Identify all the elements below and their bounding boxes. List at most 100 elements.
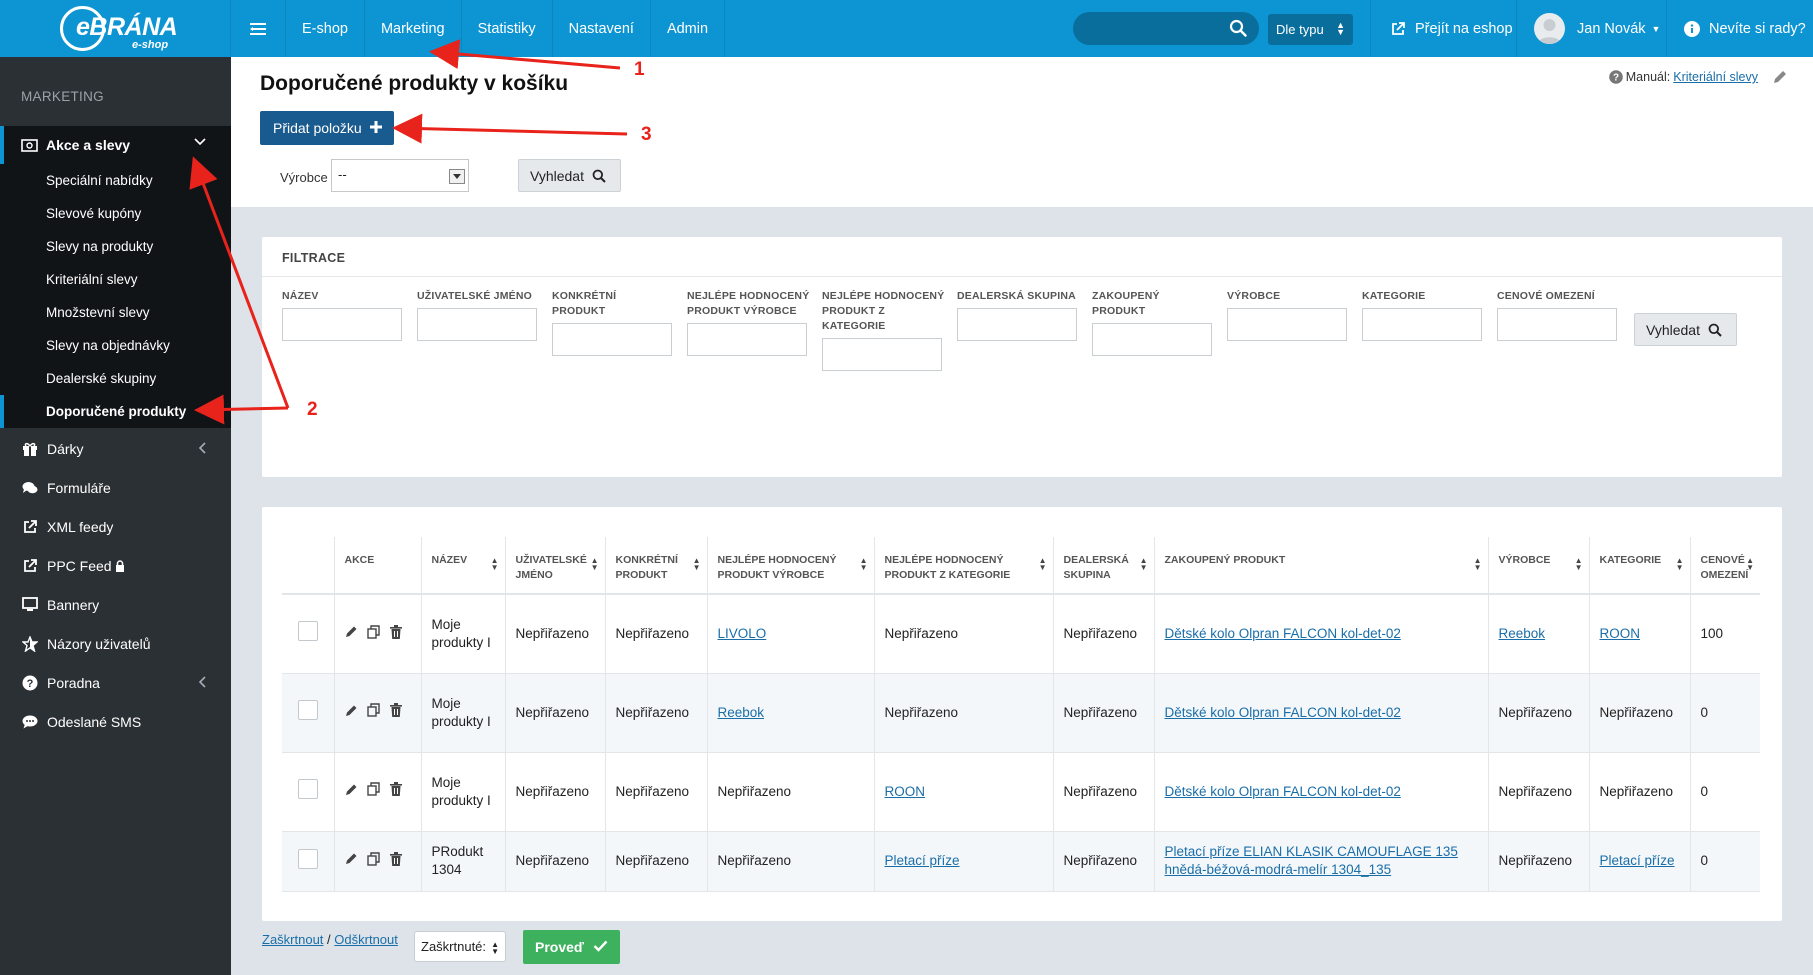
help-link[interactable]: Nevíte si rady? (1684, 0, 1806, 57)
page-header: Doporučené produkty v košíku ? Manuál: K… (231, 57, 1813, 207)
category-link[interactable]: Pletací příze (885, 853, 960, 868)
filter-input-nejlepe-kategorie[interactable] (822, 338, 942, 371)
sidebar-item-label: Formuláře (47, 479, 111, 496)
copy-icon[interactable] (366, 703, 381, 717)
edit-icon[interactable] (345, 783, 358, 796)
table-panel: AKCE NÁZEV ▲ ▼ UŽIVATELSKÉ JMÉNO ▲ ▼ KONKRÉT… (262, 507, 1782, 921)
sidebar-subitem-slevy-na-produkty[interactable]: Slevy na produkty (0, 230, 231, 263)
column-header-dealerska-skupina[interactable]: DEALERSKÁ SKUPINA ▲ ▼ (1052, 537, 1154, 595)
uncheck-all-link[interactable]: Odškrtnout (334, 932, 398, 947)
manufacturer-link[interactable]: Reebok (1499, 626, 1546, 641)
filter-input-zakoupeny-produkt[interactable] (1092, 323, 1212, 356)
execute-button[interactable]: Proveď (523, 930, 620, 964)
sidebar-item-bannery[interactable]: Bannery (0, 585, 231, 624)
product-link[interactable]: Pletací příze ELIAN KLASIK CAMOUFLAGE 13… (1165, 844, 1458, 877)
edit-icon[interactable] (345, 852, 358, 865)
top-bar: eBRÁNA e-shop E-shop Marketing Statistik… (0, 0, 1813, 57)
filter-input-cenove-omezeni[interactable] (1497, 308, 1617, 341)
nav-marketing[interactable]: Marketing (365, 0, 462, 57)
manufacturer-select[interactable]: -- (331, 159, 469, 192)
filter-input-konkretni-produkt[interactable] (552, 323, 672, 356)
filter-input-nazev[interactable] (282, 308, 402, 341)
menu-toggle-button[interactable] (231, 0, 286, 57)
category-link[interactable]: ROON (1600, 626, 1641, 641)
sidebar-item-nazory-uzivatelu[interactable]: Názory uživatelů (0, 624, 231, 663)
sidebar-item-poradna[interactable]: ? Poradna (0, 663, 231, 702)
column-header-nazev[interactable]: NÁZEV ▲ ▼ (420, 537, 505, 595)
row-checkbox[interactable] (297, 621, 318, 642)
row-checkbox[interactable] (297, 779, 318, 799)
column-header-vyrobce[interactable]: VÝROBCE ▲ ▼ (1487, 537, 1589, 595)
goto-eshop-link[interactable]: Přejít na eshop (1390, 0, 1513, 57)
nav-eshop[interactable]: E-shop (286, 0, 365, 57)
bulk-check-links: Zaškrtnout / Odškrtnout (262, 932, 398, 947)
sidebar-item-akce-a-slevy[interactable]: Akce a slevy (0, 126, 231, 164)
category-link[interactable]: ROON (885, 784, 926, 799)
delete-icon[interactable] (389, 703, 402, 718)
manual-link[interactable]: Kriteriální slevy (1673, 70, 1758, 84)
column-header-nejlepe-kategorie[interactable]: NEJLÉPE HODNOCENÝ PRODUKT Z KATEGORIE ▲ ▼ (873, 537, 1053, 595)
cell-nejlepe-kategorie: Pletací příze (873, 831, 1053, 892)
column-header-nejlepe-vyrobce[interactable]: NEJLÉPE HODNOCENÝ PRODUKT VÝROBCE ▲ ▼ (706, 537, 874, 595)
filter-input-vyrobce[interactable] (1227, 308, 1347, 341)
manufacturer-link[interactable]: Reebok (718, 705, 765, 720)
search-button[interactable]: Vyhledat (518, 159, 621, 192)
column-header-kategorie[interactable]: KATEGORIE ▲ ▼ (1588, 537, 1690, 595)
sidebar-item-xml-feedy[interactable]: XML feedy (0, 507, 231, 546)
filter-input-kategorie[interactable] (1362, 308, 1482, 341)
ebrana-logo[interactable]: eBRÁNA e-shop (60, 6, 178, 51)
sidebar-subitem-kriterialni-slevy[interactable]: Kriteriální slevy (0, 263, 231, 296)
product-link[interactable]: Dětské kolo Olpran FALCON kol-det-02 (1165, 626, 1401, 641)
sidebar-item-darky[interactable]: Dárky (0, 429, 231, 468)
sidebar-subitem-doporucene-produkty[interactable]: Doporučené produkty (0, 395, 231, 428)
search-type-select[interactable]: Dle typu ▲ ▼ (1268, 14, 1353, 45)
sidebar-subitem-specialni-nabidky[interactable]: Speciální nabídky (0, 164, 231, 197)
category-link[interactable]: Pletací příze (1600, 853, 1675, 868)
bulk-action-select[interactable]: Zaškrtnuté: ▲ ▼ (414, 931, 506, 962)
sidebar-subitem-dealerske-skupiny[interactable]: Dealerské skupiny (0, 362, 231, 395)
column-header-zakoupeny-produkt[interactable]: ZAKOUPENÝ PRODUKT ▲ ▼ (1153, 537, 1488, 595)
sidebar-subitem-slevove-kupony[interactable]: Slevové kupóny (0, 197, 231, 230)
filter-input-dealerska-skupina[interactable] (957, 308, 1077, 341)
row-checkbox[interactable] (297, 700, 318, 720)
sidebar-item-odeslane-sms[interactable]: Odeslané SMS (0, 702, 231, 741)
delete-icon[interactable] (389, 851, 402, 866)
check-all-link[interactable]: Zaškrtnout (262, 932, 323, 947)
column-header-label: CENOVÉ OMEZENÍ (1700, 554, 1749, 581)
filter-field-nejlepe-vyrobce: NEJLÉPE HODNOCENÝ PRODUKT VÝROBCE (687, 289, 812, 356)
edit-icon[interactable] (345, 704, 358, 717)
product-link[interactable]: Dětské kolo Olpran FALCON kol-det-02 (1165, 784, 1401, 799)
copy-icon[interactable] (366, 852, 381, 866)
sidebar-subitem-slevy-na-objednavky[interactable]: Slevy na objednávky (0, 329, 231, 362)
sidebar-subitem-mnozstevni-slevy[interactable]: Množstevní slevy (0, 296, 231, 329)
filter-search-button[interactable]: Vyhledat (1634, 313, 1737, 346)
external-link-icon (21, 518, 39, 536)
delete-icon[interactable] (389, 624, 402, 639)
delete-icon[interactable] (389, 782, 402, 797)
sidebar-item-ppc-feed[interactable]: PPC Feed (0, 546, 231, 585)
cell-cenove-omezeni: 0 (1689, 831, 1760, 892)
copy-icon[interactable] (366, 782, 381, 796)
filter-input-uzivatelske-jmeno[interactable] (417, 308, 537, 341)
edit-icon[interactable] (345, 625, 358, 638)
nav-nastaveni[interactable]: Nastavení (553, 0, 651, 57)
nav-statistiky[interactable]: Statistiky (462, 0, 553, 57)
pencil-icon[interactable] (1772, 69, 1788, 88)
user-menu[interactable]: Jan Novák ▼ (1534, 0, 1660, 57)
column-header-cenove-omezeni[interactable]: CENOVÉ OMEZENÍ ▲ ▼ (1689, 537, 1760, 595)
product-link[interactable]: Dětské kolo Olpran FALCON kol-det-02 (1165, 705, 1401, 720)
search-icon[interactable] (1229, 19, 1249, 39)
cell-nazev: PRodukt 1304 (420, 831, 505, 892)
manufacturer-link[interactable]: LIVOLO (718, 626, 767, 641)
row-checkbox[interactable] (297, 848, 318, 869)
column-header-konkretni-produkt[interactable]: KONKRÉTNÍ PRODUKT ▲ ▼ (604, 537, 707, 595)
column-header-uzivatelske-jmeno[interactable]: UŽIVATELSKÉ JMÉNO ▲ ▼ (504, 537, 605, 595)
copy-icon[interactable] (366, 624, 381, 639)
chevron-left-icon (198, 442, 206, 454)
nav-admin[interactable]: Admin (651, 0, 726, 57)
search-input[interactable] (1087, 18, 1227, 39)
sidebar-item-formulare[interactable]: Formuláře (0, 468, 231, 507)
filter-input-nejlepe-vyrobce[interactable] (687, 323, 807, 356)
add-item-button[interactable]: Přidat položku (260, 111, 394, 145)
sidebar-section-title: MARKETING (21, 89, 104, 104)
